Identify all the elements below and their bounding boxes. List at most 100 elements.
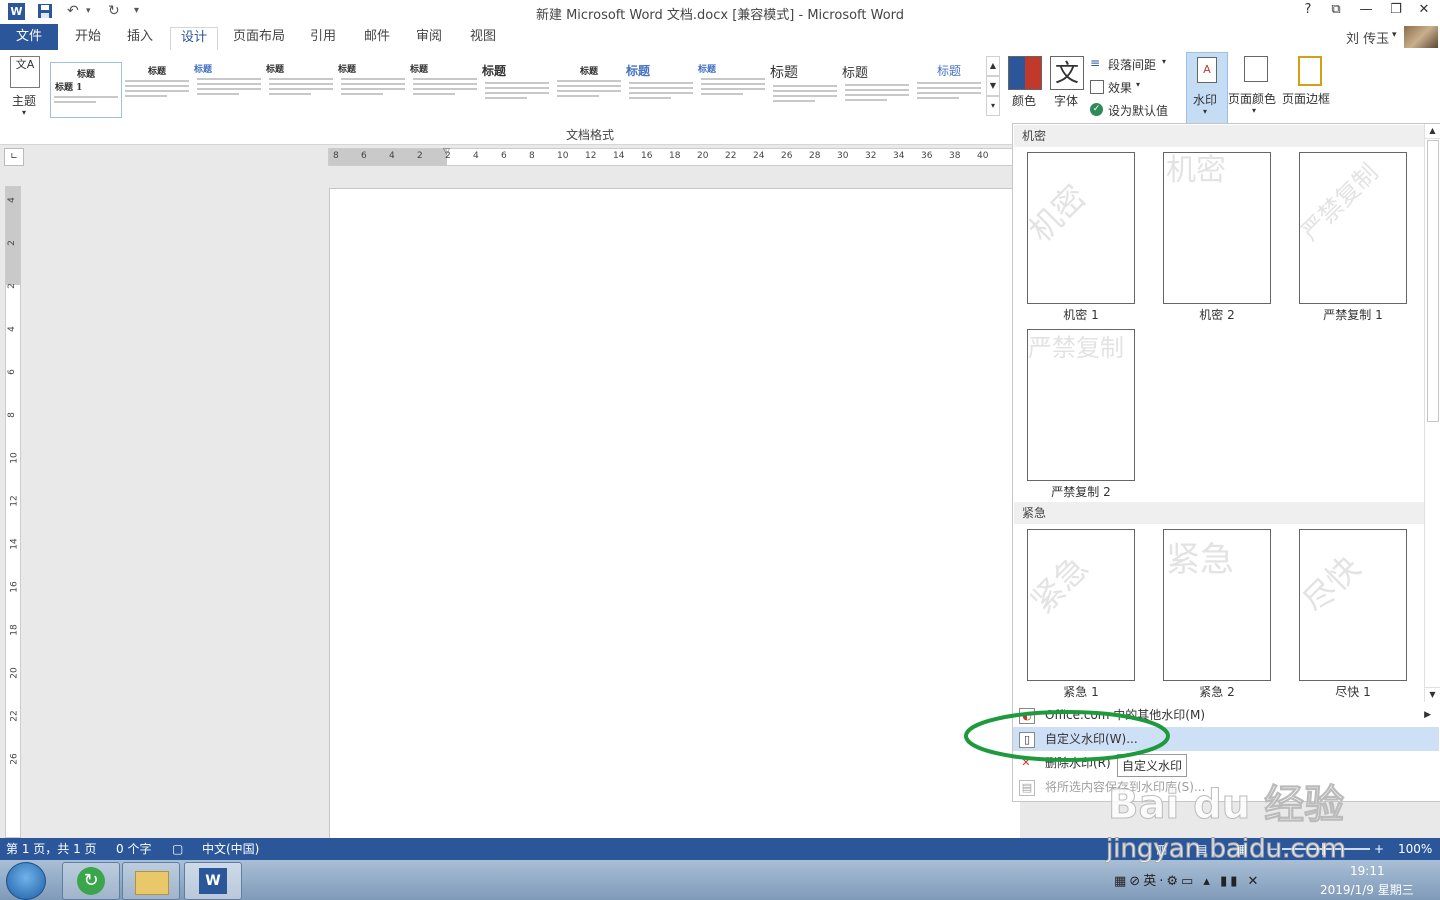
tab-file[interactable]: 文件 [0,24,58,50]
watermark-option-urgent-1[interactable]: 紧急 [1027,529,1135,681]
gallery-scroll-up-icon[interactable]: ▲ [986,56,1000,76]
zoom-level[interactable]: 100% [1398,838,1432,860]
indent-marker-icon[interactable]: ▽ [443,147,450,157]
watermark-option-asap-1[interactable]: 尽快 [1299,529,1407,681]
effects-button[interactable]: 效果 ▾ [1090,79,1174,97]
help-button[interactable]: ? [1294,2,1322,17]
style-set-heading: 标题 [410,65,429,75]
style-set-thumb[interactable]: 标题 [410,62,480,116]
minimize-button[interactable]: — [1352,2,1380,17]
scroll-thumb[interactable] [1427,140,1439,422]
ruler-tick: 20 [9,667,20,679]
ruler-tick: 32 [865,151,877,161]
set-as-default-button[interactable]: ✓ 设为默认值 [1090,102,1174,120]
ruler-tick: 4 [473,151,479,161]
ruler-toggle[interactable]: ∟ [4,148,24,166]
ruler-tick: 14 [613,151,625,161]
style-set-thumb[interactable]: 标题 [626,62,696,116]
style-set-thumb[interactable]: 标题 [338,62,408,116]
themes-dropdown-icon: ▾ [22,108,27,117]
paragraph-spacing-dropdown-icon: ▾ [1162,57,1167,66]
style-set-thumb[interactable]: 标题 [122,62,192,116]
start-button[interactable] [6,862,46,900]
ruler-tick: 34 [893,151,905,161]
style-set-thumb[interactable]: 标题 标题 1 [50,62,122,118]
paragraph-spacing-button[interactable]: ≡ 段落间距 ▾ [1090,56,1174,74]
taskbar-app-360[interactable]: ↻ [62,862,120,900]
scroll-down-icon[interactable]: ▼ [1425,687,1440,702]
effects-dropdown-icon: ▾ [1136,80,1141,89]
fonts-button[interactable]: 文 字体 [1048,54,1084,118]
ruler-tick: 38 [949,151,961,161]
style-set-gallery[interactable]: 标题 标题 1 标题 标题 标题 标题 标题 标题 标题 标题 标题 标题 标题… [46,54,986,118]
document-page[interactable] [329,188,1020,839]
avatar[interactable] [1404,26,1438,48]
tab-review[interactable]: 审阅 [408,27,450,49]
style-set-thumb[interactable]: 标题 [842,62,912,116]
ruler-tick: 2 [6,283,17,289]
tray-icons[interactable]: ▦⊘英·⚙▭ ▴ ▮▮ ✕ [1114,870,1261,889]
themes-button[interactable]: 文A 主题 ▾ [6,54,44,118]
ruler-tick: 36 [921,151,933,161]
watermark-caption: 机密 2 [1199,308,1235,322]
style-set-thumb[interactable]: 标题 [194,62,264,116]
clock-time[interactable]: 19:11 [1350,864,1385,878]
taskbar: ↻ W ▦⊘英·⚙▭ ▴ ▮▮ ✕ 19:11 2019/1/9 星期三 [0,860,1440,900]
save-to-gallery-icon: ▤ [1019,780,1035,796]
style-set-thumb[interactable]: 标题 [482,62,552,116]
colors-button[interactable]: 颜色 [1006,54,1042,118]
taskbar-app-explorer[interactable] [122,862,180,900]
style-set-thumb[interactable]: 标题 [266,62,336,116]
zoom-in-button[interactable]: + [1374,838,1384,860]
watermark-button[interactable]: A 水印 ▾ [1186,52,1228,124]
watermark-option-confidential-1[interactable]: 机密 [1027,152,1135,304]
tab-insert[interactable]: 插入 [120,27,160,49]
restore-button[interactable]: ❐ [1382,2,1410,17]
style-set-heading: 标题 [338,65,357,75]
annotation-ellipse [964,710,1170,762]
page-count[interactable]: 第 1 页，共 1 页 [6,838,97,860]
clock-date[interactable]: 2019/1/9 星期三 [1320,881,1414,898]
language[interactable]: 中文(中国) [202,838,259,860]
style-set-thumb[interactable]: 标题 [914,62,984,116]
ruler-tick: 2 [6,240,17,246]
watermark-option-do-not-copy-2[interactable]: 严禁复制 [1027,329,1135,481]
page-borders-button[interactable]: 页面边框 [1282,52,1334,122]
gallery-more-icon[interactable]: ▾ [986,96,1000,116]
tab-references[interactable]: 引用 [302,27,344,49]
title-bar: W ↶ ▾ ↻ ▾ 新建 Microsoft Word 文档.docx [兼容模… [0,0,1440,24]
close-button[interactable]: ✕ [1410,2,1438,17]
watermark-option-do-not-copy-1[interactable]: 严禁复制 [1299,152,1407,304]
watermark-preview-text: 机密 [1166,153,1226,188]
scroll-up-icon[interactable]: ▲ [1425,124,1440,139]
ribbon-display-options-icon[interactable]: ⧉ [1322,2,1350,17]
ruler-tick: 28 [809,151,821,161]
gallery-scrollbar[interactable]: ▲ ▼ [1424,124,1440,702]
page-color-dropdown-icon: ▾ [1252,106,1257,115]
watermark-option-urgent-2[interactable]: 紧急 [1163,529,1271,681]
tab-view[interactable]: 视图 [462,27,504,49]
style-set-thumb[interactable]: 标题 [698,62,768,116]
tab-page-layout[interactable]: 页面布局 [228,27,290,49]
tab-design[interactable]: 设计 [170,27,218,51]
page-color-button[interactable]: 页面颜色 ▾ [1228,52,1282,122]
gallery-scroll-down-icon[interactable]: ▼ [986,76,1000,96]
taskbar-app-word[interactable]: W [184,862,242,900]
watermark-option-confidential-2[interactable]: 机密 [1163,152,1271,304]
tab-home[interactable]: 开始 [68,27,108,49]
watermark-preview-text: 严禁复制 [1299,158,1384,247]
vertical-ruler[interactable]: 4 2 2 4 6 8 10 12 14 16 18 20 22 26 [5,186,21,838]
tab-mailings[interactable]: 邮件 [356,27,398,49]
style-set-thumb[interactable]: 标题 [770,62,840,116]
horizontal-ruler[interactable]: 8 6 4 2 2 4 6 8 10 12 14 16 18 20 22 24 26 28 30 32 34 36 38 40… [328,147,1020,166]
ime-indicator[interactable]: 英 [1143,874,1159,889]
user-dropdown-icon[interactable]: ▾ [1392,30,1397,40]
effects-label: 效果 [1108,81,1133,95]
themes-icon: 文A [10,56,40,88]
fonts-label: 字体 [1054,94,1079,108]
style-set-thumb[interactable]: 标题 [554,62,624,116]
word-count[interactable]: 0 个字 [116,838,151,860]
proofing-icon[interactable]: ▢ [172,838,183,860]
user-name[interactable]: 刘 传玉 [1346,28,1389,47]
window-title: 新建 Microsoft Word 文档.docx [兼容模式] - Micro… [535,8,905,23]
